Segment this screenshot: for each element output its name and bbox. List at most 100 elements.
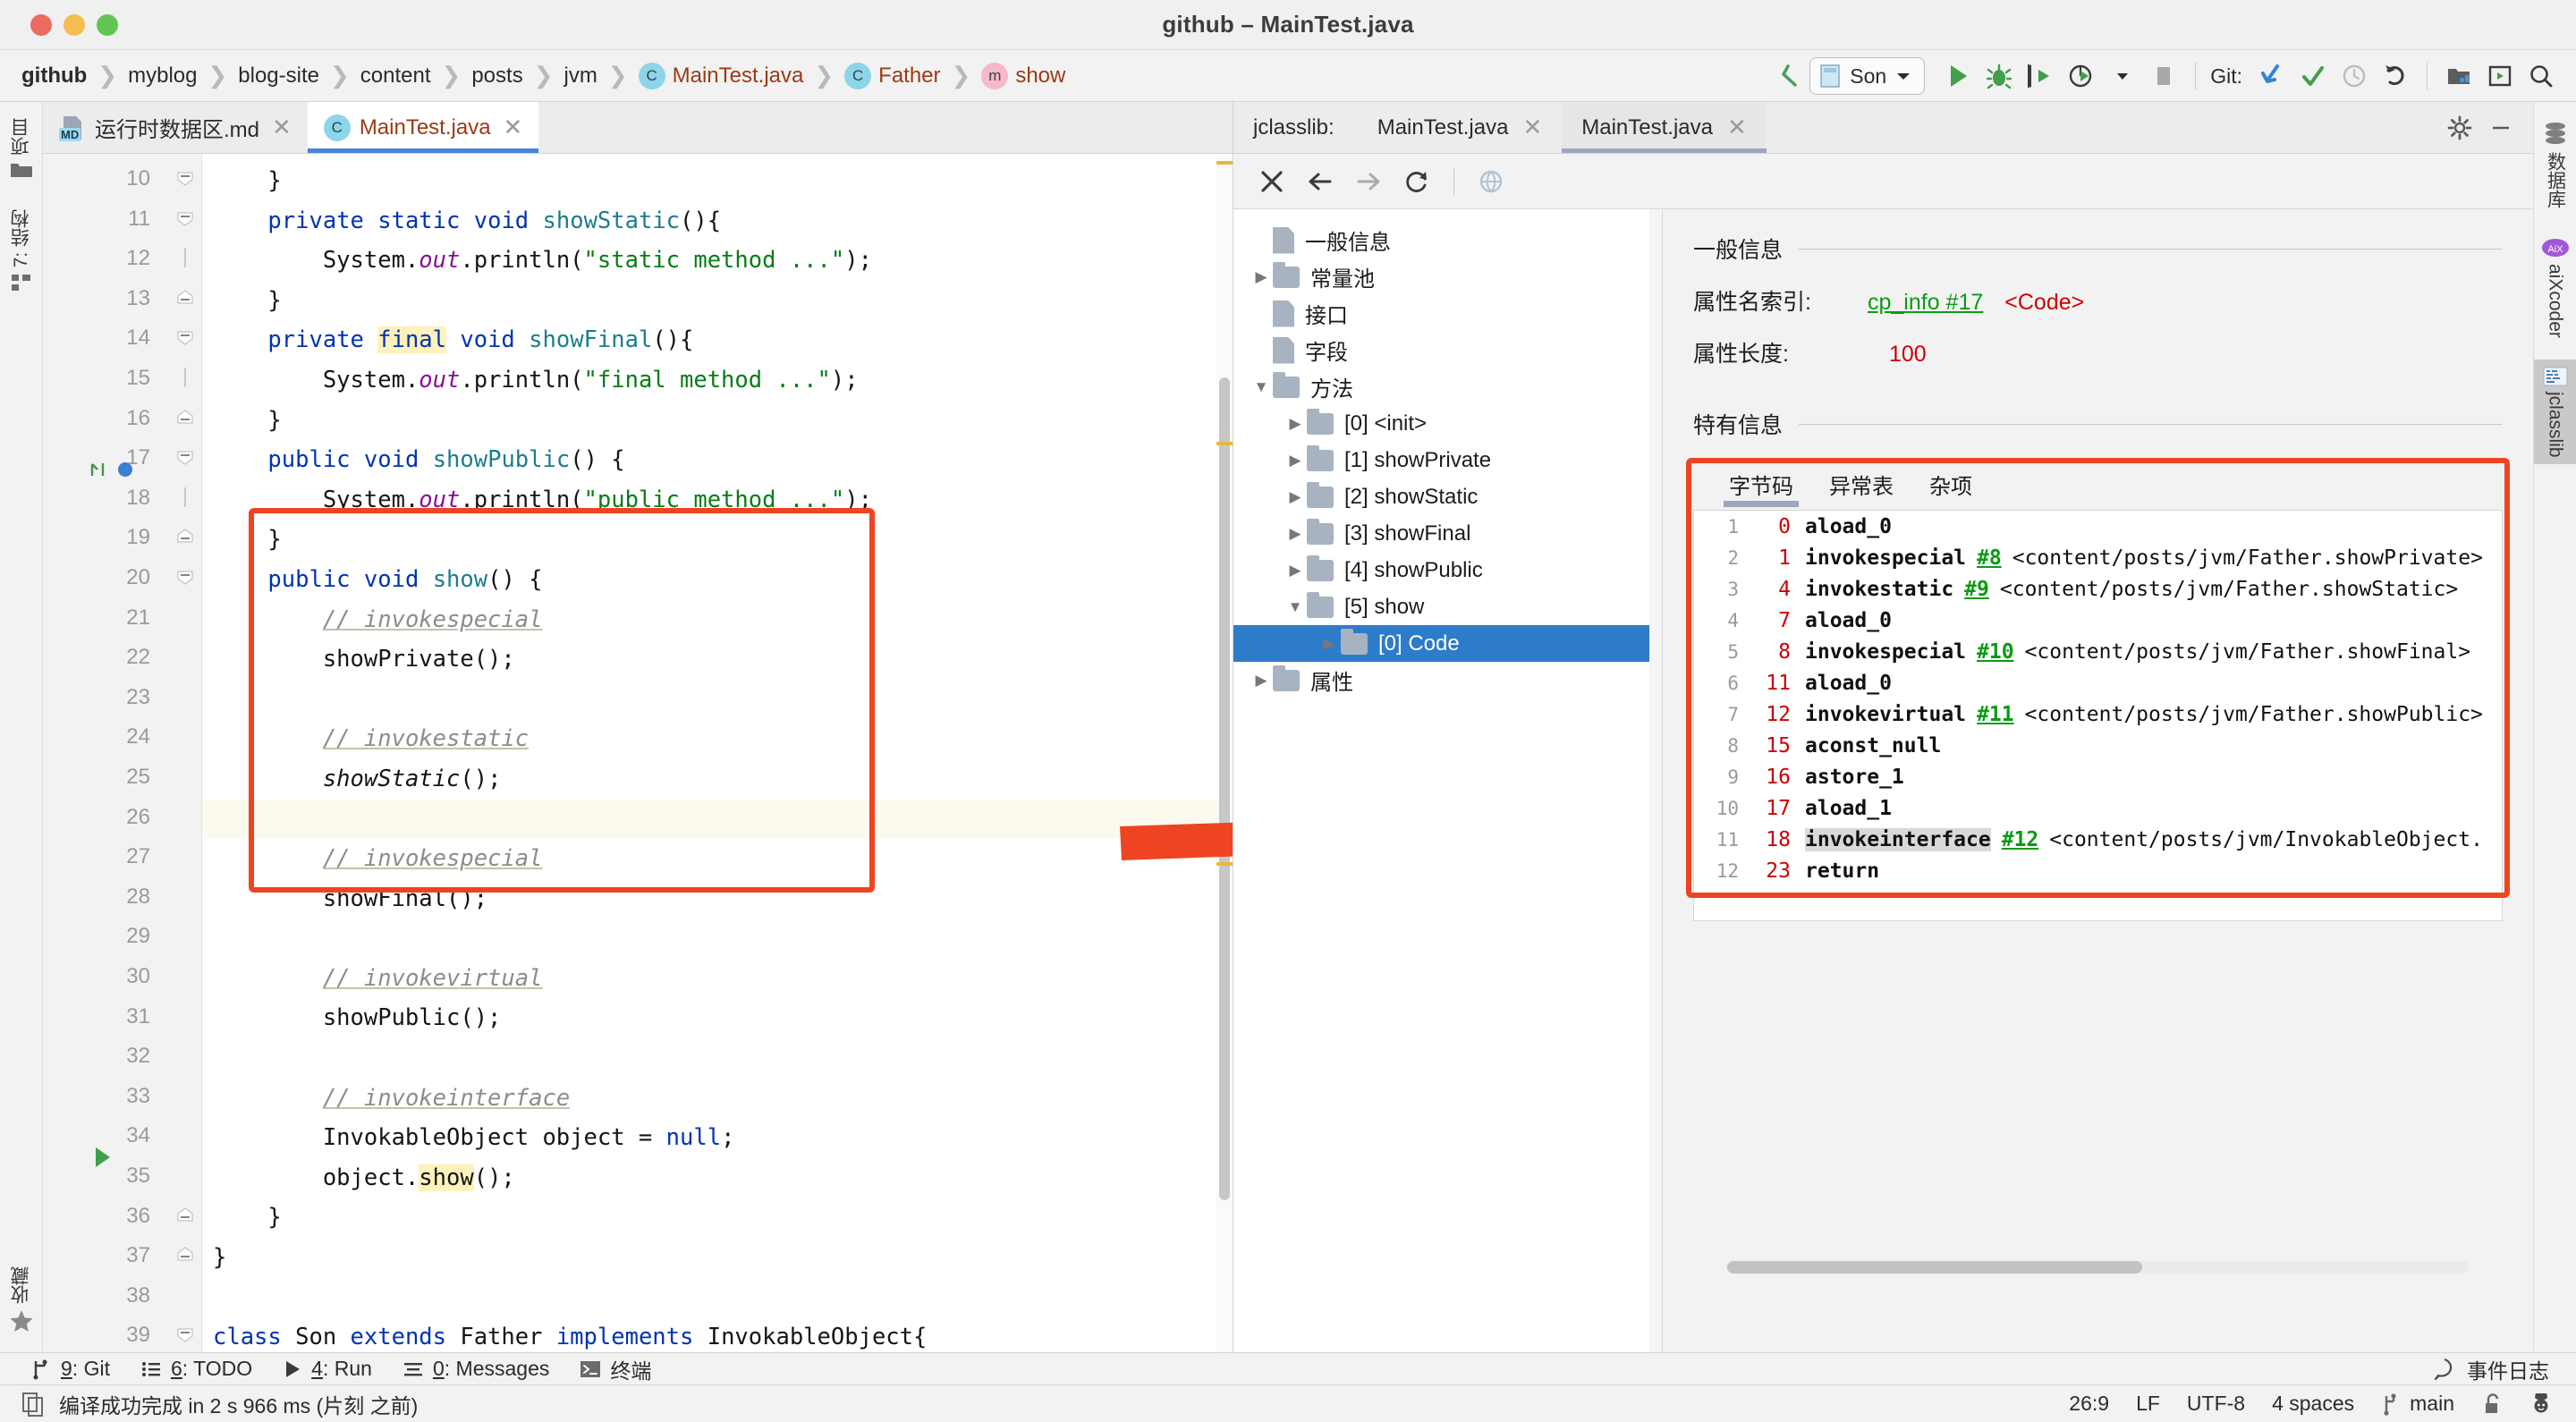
- tree-node[interactable]: ▶ 属性: [1233, 662, 1662, 698]
- bytecode-horizontal-scrollbar[interactable]: [1727, 1261, 2469, 1274]
- bytecode-row[interactable]: 8 15 aconst_null: [1694, 730, 2502, 761]
- browse-icon[interactable]: [1470, 161, 1512, 202]
- bytecode-row[interactable]: 12 23 return: [1694, 855, 2502, 886]
- tool-window-run[interactable]: 4: Run: [283, 1357, 372, 1381]
- tree-node[interactable]: ▶ [0] <init>: [1233, 405, 1662, 442]
- file-encoding[interactable]: UTF-8: [2187, 1392, 2245, 1416]
- jclasslib-tab-2[interactable]: MainTest.java ✕: [1562, 102, 1767, 153]
- stop-button[interactable]: [2143, 55, 2184, 97]
- bytecode-row[interactable]: 2 1 invokespecial #8 <content/posts/jvm/Fath…: [1694, 542, 2502, 573]
- fold-marker[interactable]: [175, 567, 199, 587]
- sidebar-item-project[interactable]: 项目: [0, 111, 42, 186]
- tree-node[interactable]: ▶ [3] showFinal: [1233, 515, 1662, 552]
- chevron-right-icon[interactable]: ▶: [1284, 562, 1307, 580]
- back-icon[interactable]: [1300, 161, 1341, 202]
- commit-icon[interactable]: [2292, 55, 2334, 97]
- fold-marker[interactable]: [175, 368, 199, 387]
- editor-text-area[interactable]: } private static void showStatic(){ Syst…: [202, 154, 1216, 1352]
- project-structure-icon[interactable]: [2438, 55, 2479, 97]
- chevron-down-icon[interactable]: ▼: [1284, 598, 1307, 616]
- fold-marker[interactable]: [175, 168, 199, 188]
- close-icon[interactable]: ✕: [1522, 114, 1542, 141]
- sidebar-item-aixcoder[interactable]: AiX aiXcoder: [2534, 230, 2576, 345]
- bytecode-row[interactable]: 9 16 astore_1: [1694, 761, 2502, 792]
- tree-node[interactable]: ▼ [5] show: [1233, 588, 1662, 625]
- chevron-right-icon[interactable]: ▶: [1318, 635, 1341, 653]
- jclasslib-tab-1[interactable]: MainTest.java ✕: [1358, 102, 1563, 153]
- constant-pool-ref-link[interactable]: #9: [1964, 578, 1989, 601]
- history-icon[interactable]: [2334, 55, 2375, 97]
- breadcrumb-item-jvm[interactable]: jvm: [564, 63, 597, 89]
- tree-node[interactable]: 字段: [1233, 332, 1662, 368]
- debug-button[interactable]: [1979, 55, 2020, 97]
- run-button[interactable]: [1937, 55, 1979, 97]
- tool-window-git[interactable]: 9: Git: [30, 1357, 110, 1381]
- bytecode-scrollbar-thumb[interactable]: [1727, 1261, 2143, 1274]
- close-icon[interactable]: [1251, 161, 1292, 202]
- tree-node[interactable]: 接口: [1233, 295, 1662, 332]
- caret-position[interactable]: 26:9: [2069, 1392, 2109, 1416]
- editor-scrollbar[interactable]: [1216, 154, 1233, 1352]
- bytecode-row[interactable]: 3 4 invokestatic #9 <content/posts/jvm/Fathe…: [1694, 573, 2502, 605]
- sidebar-item-database[interactable]: 数据库: [2534, 114, 2576, 216]
- tool-window-todo[interactable]: 6: TODO: [140, 1357, 252, 1381]
- editor-tab-markdown[interactable]: MD 运行时数据区.md ✕: [43, 102, 308, 153]
- line-separator[interactable]: LF: [2136, 1392, 2160, 1416]
- update-project-icon[interactable]: [2251, 55, 2292, 97]
- breadcrumb-item-show[interactable]: show: [1015, 63, 1065, 89]
- search-icon[interactable]: [2521, 55, 2562, 97]
- tab-misc[interactable]: 杂项: [1929, 469, 1972, 507]
- tree-node[interactable]: ▶ 常量池: [1233, 258, 1662, 295]
- profile-button[interactable]: [2061, 55, 2102, 97]
- bytecode-row[interactable]: 6 11 aload_0: [1694, 667, 2502, 698]
- constant-pool-ref-link[interactable]: #12: [2002, 828, 2039, 851]
- gutter-run-class-icon[interactable]: [91, 1145, 114, 1170]
- run-configuration-selector[interactable]: Son: [1809, 57, 1926, 95]
- breadcrumb-item-myblog[interactable]: myblog: [128, 63, 197, 89]
- gear-icon[interactable]: [2447, 115, 2472, 140]
- bytecode-row[interactable]: 5 8 invokespecial #10 <content/posts/jvm/Fat…: [1694, 636, 2502, 667]
- fold-marker[interactable]: [175, 527, 199, 546]
- rollback-icon[interactable]: [2375, 55, 2416, 97]
- reload-icon[interactable]: [1396, 161, 1437, 202]
- chevron-right-icon[interactable]: ▶: [1284, 525, 1307, 543]
- breadcrumb-item-blog-site[interactable]: blog-site: [238, 63, 319, 89]
- fold-marker[interactable]: [175, 1325, 199, 1344]
- code-editor[interactable]: } private static void showStatic(){ Syst…: [43, 154, 1233, 1352]
- breadcrumb-item-content[interactable]: content: [360, 63, 431, 89]
- fold-marker[interactable]: [175, 288, 199, 308]
- fold-marker[interactable]: [175, 1245, 199, 1265]
- minimize-icon[interactable]: [2488, 115, 2513, 140]
- tree-node[interactable]: ▶ [4] showPublic: [1233, 552, 1662, 588]
- bytecode-row[interactable]: 4 7 aload_0: [1694, 605, 2502, 636]
- tree-node[interactable]: ▶ [2] showStatic: [1233, 478, 1662, 515]
- bytecode-row[interactable]: 1 0 aload_0: [1694, 511, 2502, 542]
- constant-pool-ref-link[interactable]: #11: [1977, 703, 2014, 726]
- fold-marker[interactable]: [175, 327, 199, 347]
- constant-pool-ref-link[interactable]: #8: [1977, 546, 2002, 570]
- run-anything-icon[interactable]: [2479, 55, 2521, 97]
- event-log-button[interactable]: 事件日志: [2433, 1354, 2549, 1384]
- chevron-right-icon[interactable]: ▶: [1284, 452, 1307, 470]
- hector-icon[interactable]: [2529, 1392, 2553, 1417]
- forward-icon[interactable]: [1348, 161, 1389, 202]
- close-icon[interactable]: ✕: [504, 114, 523, 141]
- indent-setting[interactable]: 4 spaces: [2272, 1392, 2354, 1416]
- sidebar-item-structure[interactable]: 7: 结构: [0, 202, 42, 300]
- sidebar-item-favorites[interactable]: 收藏: [4, 1259, 39, 1340]
- tree-node[interactable]: ▶ [1] showPrivate: [1233, 442, 1662, 478]
- breadcrumb-item-github[interactable]: github: [21, 63, 87, 89]
- bytecode-row[interactable]: 10 17 aload_1: [1694, 792, 2502, 824]
- chevron-right-icon[interactable]: ▶: [1284, 488, 1307, 506]
- close-icon[interactable]: ✕: [272, 114, 292, 141]
- chevron-right-icon[interactable]: ▶: [1284, 415, 1307, 433]
- unlocked-icon[interactable]: [2481, 1392, 2503, 1416]
- sidebar-item-jclasslib[interactable]: jclasslib: [2534, 359, 2576, 465]
- tab-bytecode[interactable]: 字节码: [1724, 469, 1799, 507]
- chevron-down-icon[interactable]: ▼: [1250, 378, 1273, 396]
- breadcrumb-item-maintest[interactable]: MainTest.java: [673, 63, 804, 89]
- tree-node[interactable]: ▶ [0] Code: [1233, 625, 1662, 662]
- chevron-right-icon[interactable]: ▶: [1250, 268, 1273, 286]
- fold-marker[interactable]: [175, 208, 199, 228]
- fold-marker[interactable]: [175, 248, 199, 268]
